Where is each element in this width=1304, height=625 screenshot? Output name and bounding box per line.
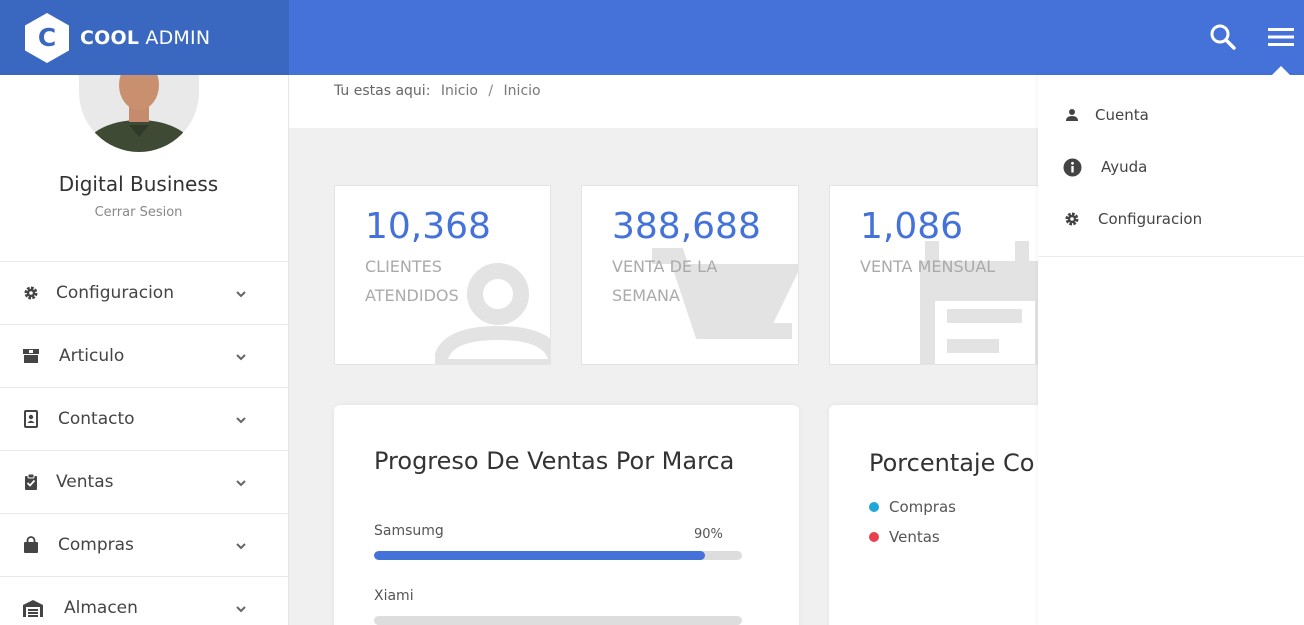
stat-value: 388,688: [612, 206, 761, 247]
sidebar-item-label: Almacen: [64, 598, 138, 618]
sidebar-item-contacto[interactable]: Contacto: [0, 388, 288, 451]
dropdown-item-label: Ayuda: [1101, 158, 1148, 176]
clipboard-check-icon: [22, 473, 40, 491]
sidebar-item-almacen[interactable]: Almacen: [0, 577, 288, 625]
logo-text: COOL ADMIN: [80, 27, 210, 49]
dropdown-item-configuracion[interactable]: Configuracion: [1062, 209, 1202, 229]
sidebar-item-label: Articulo: [59, 346, 125, 366]
chevron-down-icon[interactable]: [234, 286, 248, 300]
dropdown-item-label: Configuracion: [1098, 210, 1203, 228]
legend-label: Compras: [889, 498, 956, 516]
breadcrumb-current: Inicio: [503, 83, 541, 99]
info-icon: [1062, 157, 1082, 177]
progress-percent: 90%: [694, 527, 723, 542]
stat-value: 10,368: [365, 206, 491, 247]
logo[interactable]: C COOL ADMIN: [0, 0, 289, 75]
sidebar-item-label: Configuracion: [56, 283, 174, 303]
sidebar-item-articulo[interactable]: Articulo: [0, 325, 288, 388]
stat-label: CLIENTES ATENDIDOS: [365, 257, 459, 305]
contact-book-icon: [22, 410, 40, 428]
account-dropdown: Cuenta Ayuda Configuracion: [1038, 75, 1304, 625]
chevron-down-icon[interactable]: [234, 601, 248, 615]
user-icon: [1062, 105, 1082, 125]
sidebar-item-label: Ventas: [56, 472, 114, 492]
logo-text-light: ADMIN: [145, 26, 211, 49]
profile-name: Digital Business: [58, 172, 219, 196]
gear-icon: [1062, 209, 1082, 229]
breadcrumb: Tu estas aqui: Inicio / Inicio: [334, 83, 547, 99]
box-icon: [22, 347, 40, 365]
sidebar-item-configuracion[interactable]: Configuracion: [0, 262, 288, 325]
legend-item-compras: Compras: [869, 498, 956, 516]
dropdown-item-ayuda[interactable]: Ayuda: [1062, 157, 1147, 177]
chevron-down-icon[interactable]: [234, 412, 248, 426]
sidebar-item-label: Compras: [58, 535, 134, 555]
progress-bar: [374, 551, 742, 560]
stat-card-venta-semana: 388,688 VENTA DE LA SEMANA: [581, 185, 799, 365]
dropdown-item-label: Cuenta: [1095, 106, 1149, 124]
progress-bar-fill: [374, 551, 706, 560]
legend-dot: [869, 532, 879, 542]
hamburger-menu-icon[interactable]: [1266, 22, 1296, 52]
stat-label: VENTA DE LA SEMANA: [612, 257, 718, 305]
legend-item-ventas: Ventas: [869, 528, 940, 546]
gear-icon: [22, 284, 40, 302]
shopping-bag-icon: [22, 536, 40, 554]
sidebar-item-compras[interactable]: Compras: [0, 514, 288, 577]
legend-dot: [869, 502, 879, 512]
progress-label: Samsumg: [374, 523, 444, 539]
dropdown-caret: [1272, 66, 1290, 75]
search-icon[interactable]: [1208, 22, 1238, 52]
warehouse-icon: [22, 599, 44, 617]
chevron-down-icon[interactable]: [234, 475, 248, 489]
logout-link[interactable]: Cerrar Sesion: [0, 205, 277, 220]
sidebar-item-label: Contacto: [58, 409, 135, 429]
stat-label: VENTA MENSUAL: [860, 257, 996, 276]
stat-card-clientes: 10,368 CLIENTES ATENDIDOS: [334, 185, 551, 365]
progress-bar: [374, 616, 742, 625]
chevron-down-icon[interactable]: [234, 349, 248, 363]
logo-text-bold: COOL: [80, 26, 140, 49]
breadcrumb-prefix: Tu estas aqui:: [334, 83, 431, 99]
percent-card-title: Porcentaje Co: [869, 449, 1035, 477]
progress-card: Progreso De Ventas Por Marca Samsumg 90%…: [334, 405, 799, 625]
breadcrumb-separator: /: [488, 83, 494, 99]
logo-letter: C: [38, 23, 56, 52]
stat-card-venta-mensual: 1,086 VENTA MENSUAL: [829, 185, 1047, 365]
progress-label: Xiami: [374, 588, 414, 604]
top-bar: [289, 0, 1304, 75]
sidebar-menu: Configuracion Articulo Contacto Ventas C…: [0, 261, 288, 625]
sidebar: Digital Business Cerrar Sesion Configura…: [0, 47, 289, 625]
logo-hexagon-icon: C: [24, 12, 70, 64]
breadcrumb-link[interactable]: Inicio: [441, 83, 478, 99]
chevron-down-icon[interactable]: [234, 538, 248, 552]
legend-label: Ventas: [889, 528, 940, 546]
progress-card-title: Progreso De Ventas Por Marca: [374, 447, 735, 475]
sidebar-item-ventas[interactable]: Ventas: [0, 451, 288, 514]
dropdown-item-cuenta[interactable]: Cuenta: [1062, 105, 1149, 125]
